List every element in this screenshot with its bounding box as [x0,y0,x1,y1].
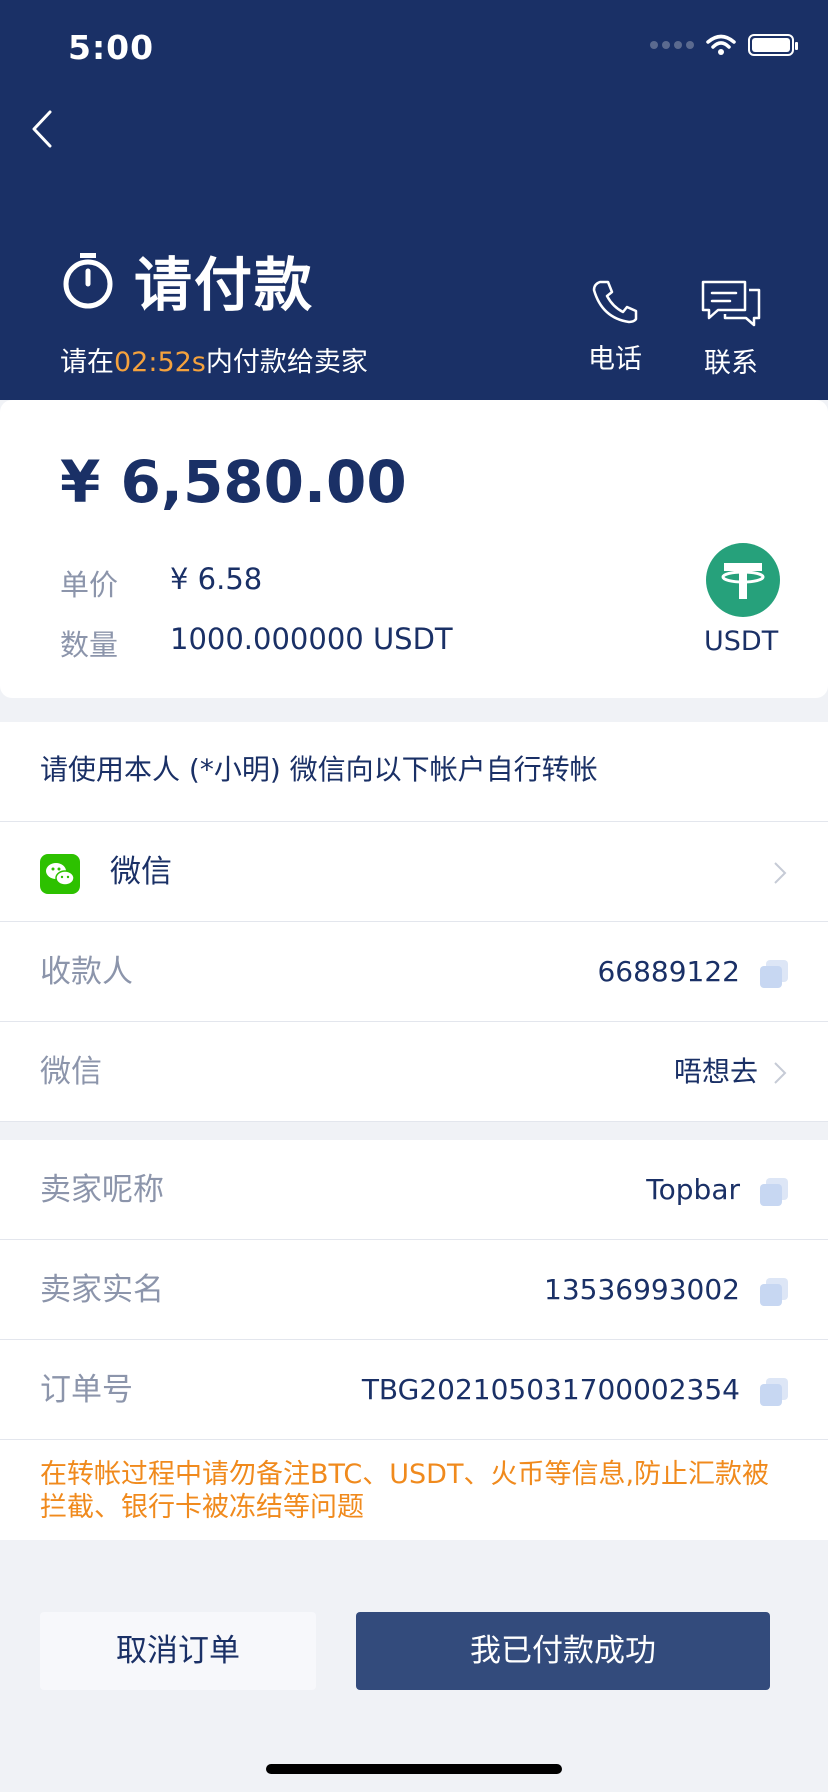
back-arrow-icon[interactable] [26,104,66,154]
quantity-label: 数量 [60,628,119,662]
unit-price-value: ¥ 6.58 [170,562,263,596]
countdown-text: 请在02:52s内付款给卖家 [60,347,368,378]
signal-icon [650,41,694,49]
order-summary-card: ¥ 6,580.00 单价 ¥ 6.58 数量 1000.000000 USDT… [0,400,828,698]
page-title: 请付款 [134,251,315,319]
payment-instruction: 请使用本人 (*小明) 微信向以下帐户自行转帐 [0,722,828,822]
order-number-label: 订单号 [40,1372,133,1408]
wechat-account-value: 唔想去 [673,1055,758,1088]
transfer-warning: 在转帐过程中请勿备注BTC、USDT、火币等信息,防止汇款被拦截、银行卡被冻结等… [40,1459,770,1523]
seller-realname-row: 卖家实名 13536993002 [0,1240,828,1340]
title-row: 请付款 [60,238,314,322]
unit-price-row: 单价 ¥ 6.58 [60,562,262,604]
contact-label: 联系 [704,348,758,379]
wifi-icon [706,34,736,55]
status-icons [650,34,798,56]
payment-method-row[interactable]: 微信 [0,822,828,922]
payment-method-name: 微信 [110,854,172,890]
payee-row: 收款人 66889122 [0,922,828,1022]
copy-icon[interactable] [760,1278,788,1306]
copy-icon[interactable] [760,960,788,988]
phone-button[interactable]: 电话 [588,278,642,376]
seller-realname-label: 卖家实名 [40,1272,164,1308]
copy-icon[interactable] [760,1378,788,1406]
coin-label: USDT [704,626,779,657]
chat-icon [701,280,761,327]
quantity-value: 1000.000000 USDT [170,622,453,656]
seller-nickname-value: Topbar [646,1173,740,1206]
cancel-order-button[interactable]: 取消订单 [40,1612,316,1690]
seller-realname-value: 13536993002 [544,1273,740,1306]
chevron-right-icon [774,862,787,884]
seller-section: 卖家呢称 Topbar 卖家实名 13536993002 订单号 TBG2021… [0,1140,828,1540]
payment-completed-button[interactable]: 我已付款成功 [356,1612,770,1690]
wechat-account-row[interactable]: 微信 唔想去 [0,1022,828,1122]
unit-price-label: 单价 [60,568,119,602]
payee-value: 66889122 [597,955,740,988]
usdt-logo-icon [706,543,780,617]
contact-button[interactable]: 联系 [700,278,762,380]
seller-nickname-row: 卖家呢称 Topbar [0,1140,828,1240]
phone-icon [592,280,638,324]
battery-icon [748,34,798,56]
payee-label: 收款人 [40,954,133,990]
header: 5:00 请付款 请在02:52s内付款给卖家 电话 联系 [0,0,828,400]
home-indicator [266,1764,562,1774]
copy-icon[interactable] [760,1178,788,1206]
order-number-row: 订单号 TBG202105031700002354 [0,1340,828,1440]
wechat-icon [40,854,80,894]
countdown-timer: 02:52s [114,347,206,378]
quantity-row: 数量 1000.000000 USDT [60,622,453,664]
total-amount: ¥ 6,580.00 [60,448,407,516]
wechat-account-label: 微信 [40,1054,102,1090]
order-number-value: TBG202105031700002354 [361,1373,740,1406]
status-time: 5:00 [68,28,155,67]
timer-icon [63,253,113,309]
phone-label: 电话 [588,344,642,375]
chevron-right-icon [774,1062,787,1084]
seller-nickname-label: 卖家呢称 [40,1172,164,1208]
payment-section: 请使用本人 (*小明) 微信向以下帐户自行转帐 微信 收款人 66889122 … [0,722,828,1122]
